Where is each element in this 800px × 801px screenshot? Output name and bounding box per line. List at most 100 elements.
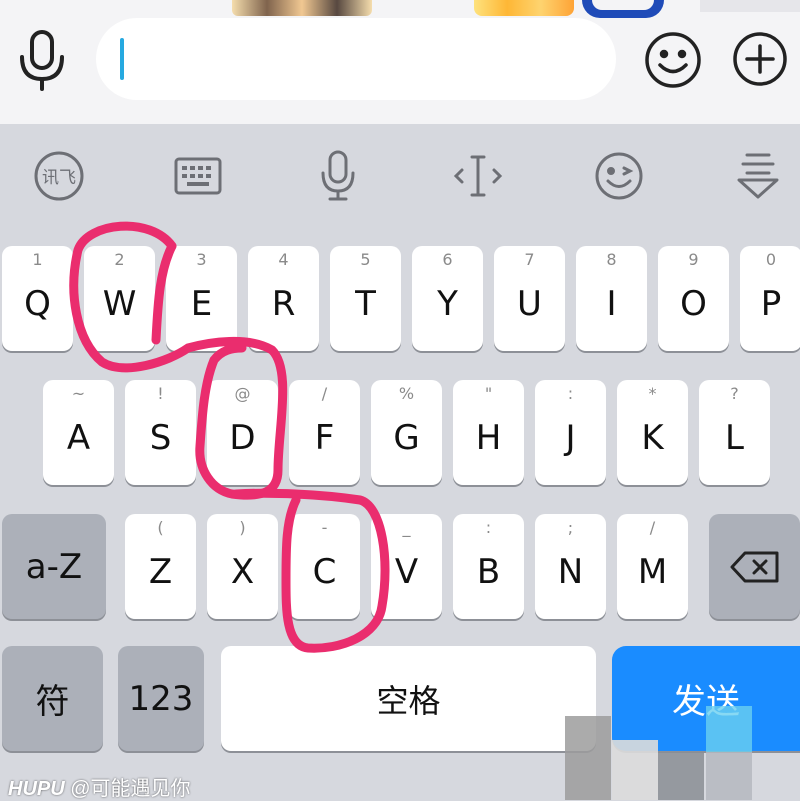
mosaic-block (706, 706, 752, 752)
number-key[interactable]: 123 (118, 646, 204, 751)
key-label: T (355, 283, 376, 324)
key-z[interactable]: (Z (125, 514, 196, 619)
key-label: X (230, 551, 255, 592)
key-j[interactable]: :J (535, 380, 606, 485)
key-g[interactable]: % G (371, 380, 442, 485)
text-caret (120, 38, 124, 80)
key-hint: ; (567, 518, 574, 537)
key-x[interactable]: ) X (207, 514, 278, 619)
key-hint: 4 (278, 250, 289, 269)
key-label: I (606, 283, 617, 324)
key-m[interactable]: / M (617, 514, 688, 619)
key-label: N (557, 551, 584, 592)
key-label: L (725, 417, 744, 458)
key-hint: / (321, 384, 328, 403)
key-label: 空格 (376, 681, 441, 720)
key-label: D (229, 417, 256, 458)
key-hint: % (398, 384, 415, 403)
key-label: S (149, 417, 172, 458)
key-hint: 5 (360, 250, 371, 269)
microphone-icon[interactable] (306, 144, 370, 208)
microphone-icon[interactable] (14, 28, 70, 94)
key-hint: @ (234, 384, 251, 403)
key-s[interactable]: ! S (125, 380, 196, 485)
mosaic-block (706, 752, 752, 800)
key-hint: : (567, 384, 574, 403)
key-label: F (314, 417, 335, 458)
key-t[interactable]: 5T (330, 246, 401, 351)
key-hint: ? (730, 384, 739, 403)
key-label: R (271, 283, 296, 324)
key-c[interactable]: -C (289, 514, 360, 619)
key-p[interactable]: 0P (740, 246, 800, 351)
key-a[interactable]: ~ A (43, 380, 114, 485)
key-e[interactable]: 3E (166, 246, 237, 351)
key-y[interactable]: 6Y (412, 246, 483, 351)
watermark-user: @可能遇见你 (70, 778, 191, 800)
key-hint: ~ (71, 384, 86, 403)
key-label: K (641, 417, 664, 458)
key-hint: " (484, 384, 493, 403)
key-hint: 8 (606, 250, 617, 269)
key-label: M (637, 551, 668, 592)
mosaic-block (658, 752, 704, 800)
key-hint: * (648, 384, 657, 403)
backspace-key[interactable] (709, 514, 800, 619)
mosaic-block (612, 740, 658, 800)
key-hint: _ (402, 518, 411, 537)
key-hint: 9 (688, 250, 699, 269)
key-hint: ! (157, 384, 164, 403)
plus-icon[interactable] (731, 30, 789, 88)
key-hint: 0 (765, 250, 777, 269)
sticker-preview[interactable] (474, 0, 574, 16)
collapse-keyboard-icon[interactable] (726, 144, 790, 208)
key-hint: ( (157, 518, 164, 537)
mosaic-block (565, 716, 611, 800)
message-input[interactable] (96, 18, 616, 100)
key-label: G (393, 417, 420, 458)
input-bar (0, 0, 800, 124)
sticker-preview[interactable] (700, 0, 800, 12)
xunfei-logo-icon[interactable]: 讯飞 (27, 144, 91, 208)
key-label: Q (24, 283, 51, 324)
key-label: B (476, 551, 501, 592)
watermark: HUPU @可能遇见你 (8, 772, 191, 801)
key-label: O (680, 283, 707, 324)
key-u[interactable]: 7U (494, 246, 565, 351)
key-label: Z (148, 551, 173, 592)
key-n[interactable]: ; N (535, 514, 606, 619)
key-hint: ) (239, 518, 246, 537)
keyboard-icon[interactable] (166, 144, 230, 208)
key-label: 123 (128, 678, 194, 719)
sticker-preview-inner (592, 0, 654, 10)
key-i[interactable]: 8I (576, 246, 647, 351)
key-hint: 6 (442, 250, 453, 269)
key-f[interactable]: / F (289, 380, 360, 485)
cursor-move-icon[interactable] (446, 144, 510, 208)
key-b[interactable]: :B (453, 514, 524, 619)
key-r[interactable]: 4R (248, 246, 319, 351)
key-hint: / (649, 518, 656, 537)
key-d[interactable]: @ D (207, 380, 278, 485)
key-label: A (66, 417, 91, 458)
key-label: a-Z (25, 546, 83, 587)
key-w[interactable]: 2W (84, 246, 155, 351)
key-k[interactable]: * K (617, 380, 688, 485)
case-toggle-key[interactable]: a-Z (2, 514, 106, 619)
key-hint: - (321, 518, 328, 537)
sticker-preview[interactable] (232, 0, 372, 16)
key-q[interactable]: 1Q (2, 246, 73, 351)
key-l[interactable]: ? L (699, 380, 770, 485)
key-label: W (102, 283, 137, 324)
smiley-icon[interactable] (643, 30, 703, 90)
key-hint: 7 (524, 250, 535, 269)
key-label: V (394, 551, 419, 592)
key-o[interactable]: 9O (658, 246, 729, 351)
space-key[interactable]: 空格 (221, 646, 596, 751)
emoji-icon[interactable] (587, 144, 651, 208)
key-h[interactable]: " H (453, 380, 524, 485)
key-label: 符 (35, 682, 70, 722)
symbol-key[interactable]: 符 (2, 646, 103, 751)
key-v[interactable]: _ V (371, 514, 442, 619)
key-label: Y (437, 283, 458, 324)
